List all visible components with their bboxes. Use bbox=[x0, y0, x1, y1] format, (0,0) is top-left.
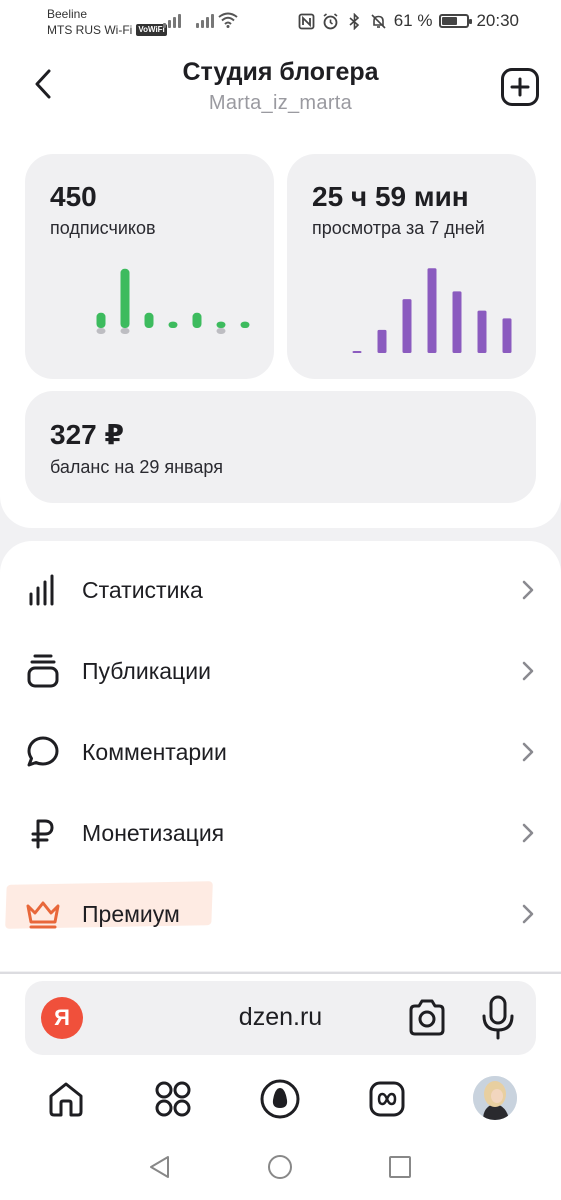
alarm-icon bbox=[323, 12, 338, 29]
recents-square-icon[interactable] bbox=[387, 1154, 413, 1180]
subscribers-bar-3 bbox=[144, 312, 154, 328]
signal-icon bbox=[196, 12, 214, 28]
unsubscribes-bar-2 bbox=[120, 328, 130, 334]
clips-icon bbox=[369, 1081, 405, 1117]
nav-clips[interactable] bbox=[366, 1078, 408, 1120]
status-right: 61 % 20:30 bbox=[298, 11, 519, 31]
menu-label-comments: Комментарии bbox=[82, 738, 227, 765]
menu-item-publications[interactable]: Публикации bbox=[0, 635, 561, 707]
menu-label-statistics: Статистика bbox=[82, 576, 203, 603]
views-bar-2 bbox=[377, 329, 387, 353]
menu-label-publications: Публикации bbox=[82, 657, 211, 684]
plus-icon bbox=[510, 77, 530, 97]
balance-label: баланс на 29 января bbox=[50, 457, 223, 477]
subscribers-bar-7 bbox=[240, 321, 250, 328]
menu-item-statistics[interactable]: Статистика bbox=[0, 554, 561, 626]
unsubscribes-bar-1 bbox=[96, 328, 106, 334]
views-bar-3 bbox=[402, 299, 412, 353]
menu-item-premium[interactable]: Премиум bbox=[0, 878, 561, 950]
microphone-icon[interactable] bbox=[480, 995, 516, 1041]
url-text[interactable]: dzen.ru bbox=[25, 1003, 536, 1032]
battery-percent: 61 % bbox=[393, 11, 433, 30]
camera-icon[interactable] bbox=[406, 998, 448, 1038]
alice-icon bbox=[260, 1079, 300, 1119]
chevron-right-icon bbox=[522, 661, 534, 681]
apps-grid-icon bbox=[155, 1081, 191, 1117]
page-title: Студия блогера bbox=[182, 58, 379, 86]
mute-icon bbox=[371, 13, 386, 29]
menu-item-comments[interactable]: Комментарии bbox=[0, 716, 561, 788]
home-icon bbox=[49, 1082, 83, 1117]
chevron-right-icon bbox=[522, 580, 534, 600]
subscribers-bar-2 bbox=[120, 268, 130, 328]
views-bar-1 bbox=[352, 351, 362, 353]
unsubscribes-bar-6 bbox=[216, 328, 226, 334]
carrier-info: Beeline MTS RUS Wi-Fi VoWiFi bbox=[47, 6, 167, 38]
nav-home[interactable] bbox=[45, 1078, 87, 1120]
profile-avatar[interactable] bbox=[473, 1076, 517, 1120]
back-triangle-icon[interactable] bbox=[147, 1154, 173, 1180]
chevron-right-icon bbox=[522, 904, 534, 924]
subscribers-bar-5 bbox=[192, 312, 202, 328]
battery-icon bbox=[439, 14, 473, 28]
menu-item-monetization[interactable]: Монетизация bbox=[0, 797, 561, 869]
publications-stack-icon bbox=[24, 652, 62, 690]
subscribers-chart bbox=[96, 268, 250, 334]
studio-menu: Статистика Публикации Комментарии Монети… bbox=[0, 541, 561, 971]
views-bar-4 bbox=[427, 268, 437, 353]
system-navigation bbox=[0, 1146, 561, 1188]
bar-chart-icon bbox=[24, 571, 62, 609]
carrier-1: Beeline bbox=[47, 7, 88, 21]
subscribers-bar-4 bbox=[168, 321, 178, 328]
nav-alice[interactable] bbox=[259, 1078, 301, 1120]
balance-amount: 327 ₽ bbox=[50, 419, 124, 450]
home-circle-icon[interactable] bbox=[267, 1154, 293, 1180]
browser-chrome: Я dzen.ru bbox=[0, 974, 561, 1200]
nav-apps[interactable] bbox=[152, 1078, 194, 1120]
clock: 20:30 bbox=[476, 11, 519, 30]
signal-icon bbox=[163, 12, 181, 28]
crown-icon bbox=[24, 895, 62, 933]
wifi-icon bbox=[218, 12, 238, 28]
channel-name: Marta_iz_marta bbox=[208, 92, 353, 114]
bottom-navigation bbox=[0, 1068, 561, 1130]
subscribers-bar-1 bbox=[96, 312, 106, 328]
comment-bubble-icon bbox=[24, 733, 62, 771]
carrier-2-row: MTS RUS Wi-Fi VoWiFi bbox=[47, 22, 167, 38]
bluetooth-icon bbox=[349, 12, 359, 30]
views-bar-6 bbox=[477, 310, 487, 353]
views-chart bbox=[352, 268, 512, 353]
views-bar-7 bbox=[502, 318, 512, 353]
add-publication-button[interactable] bbox=[501, 68, 539, 106]
subscribers-card[interactable]: 450 подписчиков bbox=[25, 154, 274, 379]
menu-label-monetization: Монетизация bbox=[82, 819, 225, 846]
nfc-icon bbox=[298, 13, 315, 29]
balance-card[interactable]: 327 ₽ баланс на 29 января bbox=[25, 391, 536, 503]
subscribers-bar-6 bbox=[216, 321, 226, 328]
blogger-studio-header: Студия блогера Marta_iz_marta 450 подпис… bbox=[0, 44, 561, 528]
chevron-right-icon bbox=[522, 823, 534, 843]
views-card[interactable]: 25 ч 59 мин просмотра за 7 дней bbox=[287, 154, 536, 379]
ruble-icon bbox=[24, 814, 62, 852]
status-bar: Beeline MTS RUS Wi-Fi VoWiFi 61 % 20:30 bbox=[0, 0, 561, 44]
address-bar[interactable]: Я dzen.ru bbox=[25, 981, 536, 1055]
carrier-2: MTS RUS Wi-Fi bbox=[47, 23, 133, 37]
menu-label-premium: Премиум bbox=[82, 900, 180, 927]
views-bar-5 bbox=[452, 291, 462, 353]
battery-level bbox=[442, 17, 458, 25]
chevron-right-icon bbox=[522, 742, 534, 762]
